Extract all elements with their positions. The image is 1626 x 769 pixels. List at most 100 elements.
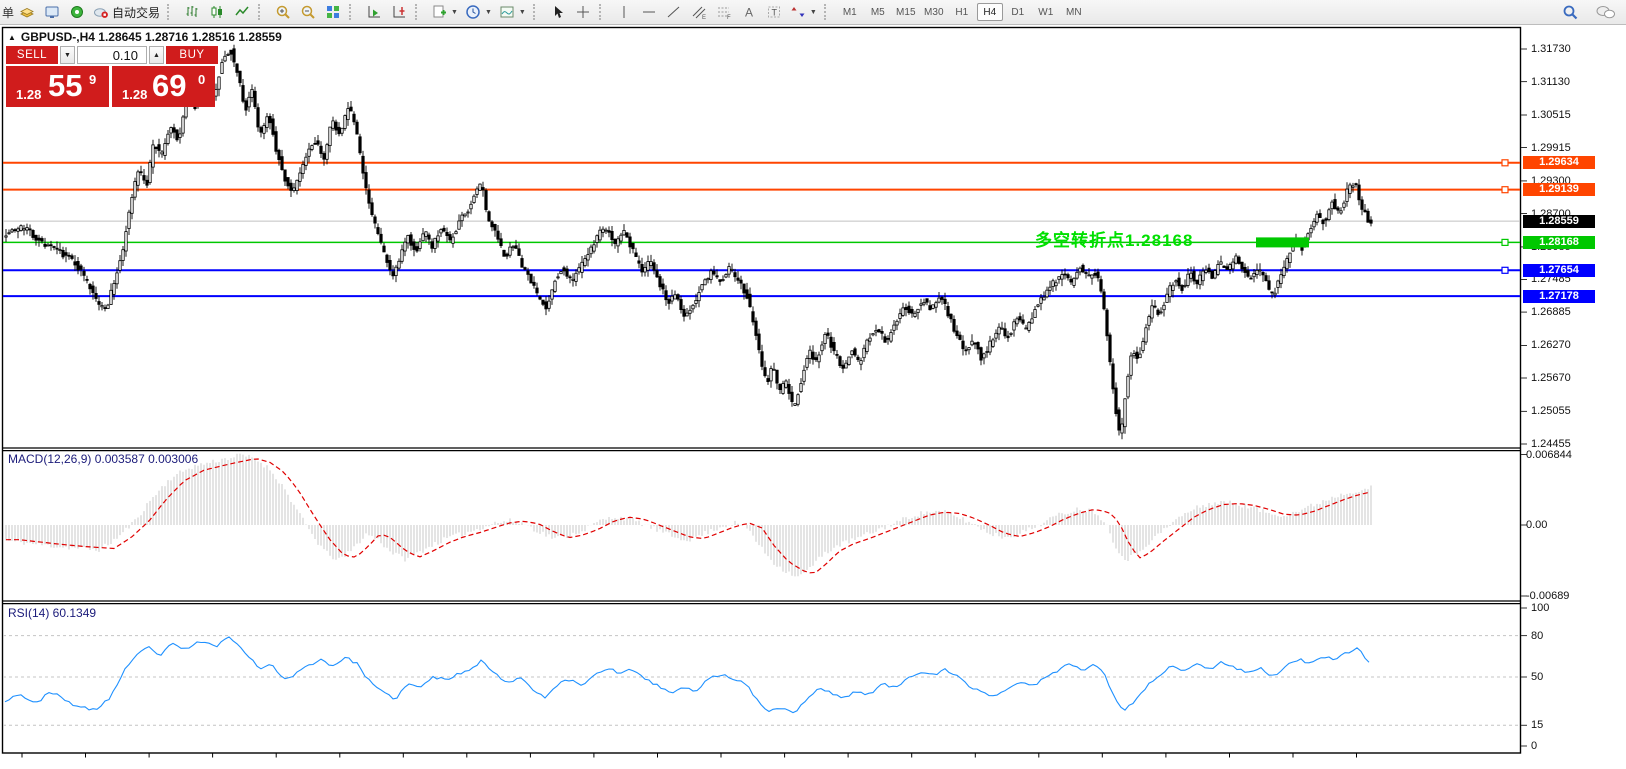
zoom-out-button[interactable] <box>296 2 320 22</box>
chart-shift-button[interactable] <box>387 2 411 22</box>
timeframe-H4[interactable]: H4 <box>977 3 1003 21</box>
svg-text:T: T <box>771 8 777 18</box>
svg-text:A: A <box>745 6 753 20</box>
sell-price-pips: 55 <box>48 68 82 104</box>
price-level-badge: 1.28168 <box>1523 236 1595 249</box>
timeframe-M1[interactable]: M1 <box>837 3 863 21</box>
bar-chart-button[interactable] <box>180 2 204 22</box>
chat-button[interactable] <box>1592 2 1620 22</box>
bid-price-badge: 1.28559 <box>1523 215 1595 228</box>
macd-label: MACD(12,26,9) 0.003587 0.003006 <box>8 452 198 466</box>
timeframe-M30[interactable]: M30 <box>921 3 947 21</box>
tile-windows-button[interactable] <box>321 2 345 22</box>
templates-button[interactable]: ▼ <box>496 2 529 22</box>
autotrade-button[interactable]: 自动交易 <box>90 2 163 22</box>
timeframe-MN[interactable]: MN <box>1061 3 1087 21</box>
fibonacci-button[interactable]: F <box>712 2 736 22</box>
zoom-in-button[interactable] <box>271 2 295 22</box>
svg-text:E: E <box>702 15 706 20</box>
chart-window: ▲ GBPUSD-,H4 1.28645 1.28716 1.28516 1.2… <box>0 0 1626 769</box>
toolbar-grip <box>533 4 542 20</box>
pivot-annotation: 多空转折点1.28168 <box>1035 226 1193 251</box>
cursor-button[interactable] <box>546 2 570 22</box>
price-tick-label: 1.31130 <box>1531 76 1570 88</box>
toolbar-grip <box>167 4 176 20</box>
trendline-button[interactable] <box>662 2 686 22</box>
sell-price-prefix: 1.28 <box>16 87 41 102</box>
toolbar-grip <box>258 4 267 20</box>
price-level-badge: 1.27654 <box>1523 264 1595 277</box>
periods-button[interactable]: ▼ <box>462 2 495 22</box>
macd-tick-label: 0.006844 <box>1526 449 1572 461</box>
rsi-tick-label: 100 <box>1531 602 1549 614</box>
new-chart-button[interactable] <box>40 2 64 22</box>
buy-price-prefix: 1.28 <box>122 87 147 102</box>
zoom-in-icon <box>275 4 291 20</box>
search-button[interactable] <box>1558 2 1582 22</box>
horizontal-line-icon <box>641 4 657 20</box>
auto-scroll-button[interactable] <box>362 2 386 22</box>
signal-icon <box>69 4 85 20</box>
new-order-label[interactable]: 单 <box>2 4 14 21</box>
vertical-line-button[interactable] <box>612 2 636 22</box>
sell-button[interactable]: SELL <box>6 46 58 64</box>
price-tick-label: 1.25670 <box>1531 372 1571 384</box>
price-tick-label: 1.29915 <box>1531 142 1571 154</box>
template-icon <box>499 4 515 20</box>
ohlc-text: GBPUSD-,H4 1.28645 1.28716 1.28516 1.285… <box>21 30 282 44</box>
text-label-button[interactable]: T <box>762 2 786 22</box>
volume-decrease-button[interactable]: ▼ <box>60 46 75 64</box>
chevron-down-icon: ▼ <box>519 9 526 16</box>
volume-increase-button[interactable]: ▲ <box>149 46 164 64</box>
crosshair-button[interactable] <box>571 2 595 22</box>
monitor-icon <box>44 4 60 20</box>
horizontal-line-button[interactable] <box>637 2 661 22</box>
rsi-tick-label: 0 <box>1531 740 1537 752</box>
timeframe-H1[interactable]: H1 <box>949 3 975 21</box>
search-icon <box>1562 4 1579 21</box>
timeframe-M15[interactable]: M15 <box>893 3 919 21</box>
clock-icon <box>465 4 481 20</box>
buy-price-button[interactable]: 1.28 69 0 <box>112 66 215 107</box>
chart-title: ▲ GBPUSD-,H4 1.28645 1.28716 1.28516 1.2… <box>8 30 282 44</box>
zoom-out-icon <box>300 4 316 20</box>
autotrade-label: 自动交易 <box>112 4 160 21</box>
line-chart-button[interactable] <box>230 2 254 22</box>
sell-price-point: 9 <box>89 72 96 87</box>
macd-tick-label: -0.00689 <box>1526 590 1569 602</box>
toolbar-grip <box>415 4 424 20</box>
indicators-icon <box>431 4 447 20</box>
bar-chart-icon <box>184 4 200 20</box>
channel-button[interactable]: E <box>687 2 711 22</box>
sell-price-button[interactable]: 1.28 55 9 <box>6 66 109 107</box>
toolbar-grip <box>599 4 608 20</box>
price-tick-label: 1.31730 <box>1531 43 1571 55</box>
history-center-button[interactable] <box>15 2 39 22</box>
toolbar-grip <box>824 4 833 20</box>
svg-text:F: F <box>727 15 731 20</box>
timeframe-M5[interactable]: M5 <box>865 3 891 21</box>
trendline-icon <box>666 4 682 20</box>
text-button[interactable]: A <box>737 2 761 22</box>
toolbar-grip <box>349 4 358 20</box>
buy-price-pips: 69 <box>152 68 186 104</box>
buy-price-point: 0 <box>198 72 205 87</box>
timeframe-D1[interactable]: D1 <box>1005 3 1031 21</box>
buy-button[interactable]: BUY <box>166 46 218 64</box>
fibonacci-icon: F <box>716 4 732 20</box>
indicators-button[interactable]: ▼ <box>428 2 461 22</box>
volume-field[interactable]: 0.10 <box>77 46 147 64</box>
rsi-label: RSI(14) 60.1349 <box>8 606 96 620</box>
timeframe-group: M1M5M15M30H1H4D1W1MN <box>837 3 1087 21</box>
collapse-panel-icon[interactable]: ▲ <box>8 33 16 42</box>
price-level-badge: 1.29139 <box>1523 183 1595 196</box>
auto-scroll-icon <box>366 4 382 20</box>
candlestick-icon <box>209 4 225 20</box>
price-level-badge: 1.27178 <box>1523 290 1595 303</box>
candlestick-chart-button[interactable] <box>205 2 229 22</box>
timeframe-W1[interactable]: W1 <box>1033 3 1059 21</box>
signals-button[interactable] <box>65 2 89 22</box>
chart-canvas[interactable] <box>0 0 1626 769</box>
autotrade-cloud-icon <box>93 4 109 20</box>
arrows-button[interactable]: ▼ <box>787 2 820 22</box>
